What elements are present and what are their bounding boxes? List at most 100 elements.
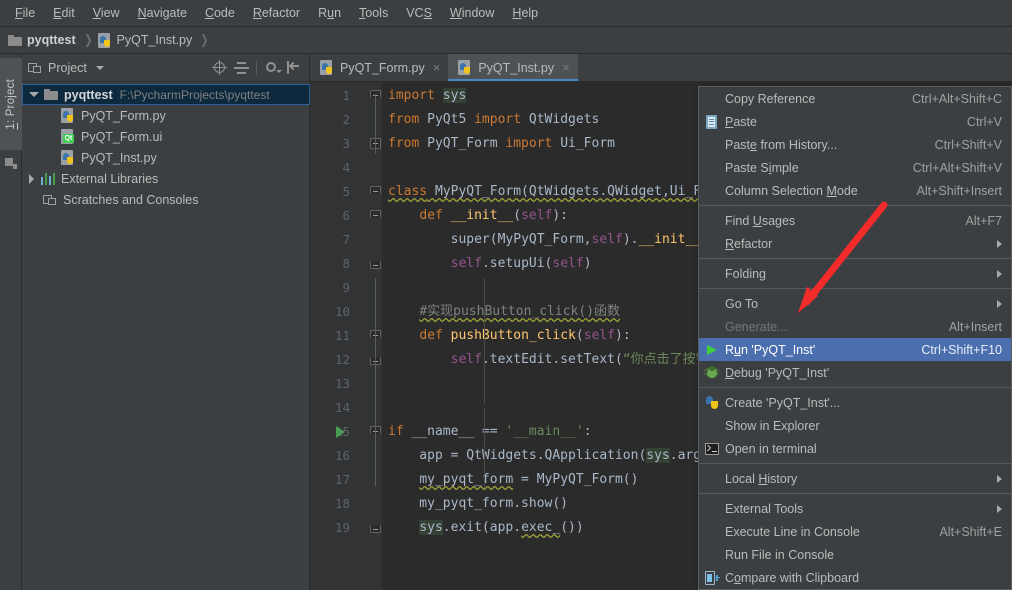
context-menu-item-shortcut: Ctrl+Shift+V [934,137,1002,152]
code-text: if __name__ == '__main__': [388,424,592,439]
menu-separator [699,463,1011,464]
context-menu-item-find-usages[interactable]: Find Usages Alt+F7 [699,209,1011,232]
chevron-down-icon[interactable] [29,92,39,97]
context-menu-item-label: Generate... [725,319,788,334]
locate-icon[interactable] [212,60,227,75]
line-number: 13 [334,376,350,391]
python-file-icon [703,395,720,411]
line-number: 9 [342,280,350,295]
context-menu-item-label: Create 'PyQT_Inst'... [725,395,841,410]
context-menu-item-label: Debug 'PyQT_Inst' [725,365,830,380]
fold-toggle-line-19[interactable] [370,525,381,533]
context-menu-item-execute-line-in-console[interactable]: Execute Line in Console Alt+Shift+E [699,520,1011,543]
context-menu-item-local-history[interactable]: Local History [699,467,1011,490]
editor-tab-pyqt-form-py[interactable]: PyQT_Form.py × [310,54,448,81]
tree-item-pyqt-inst-py[interactable]: PyQT_Inst.py [22,147,310,168]
context-menu-item-folding[interactable]: Folding [699,262,1011,285]
editor-tab-bar: PyQT_Form.py × PyQT_Inst.py × [310,54,1012,82]
context-menu-item-paste[interactable]: Paste Ctrl+V [699,110,1011,133]
context-menu-item-label: Paste [725,114,757,129]
menubar-item-window[interactable]: Window [441,2,503,24]
breadcrumb-item-pyqt-inst-py[interactable]: PyQT_Inst.py [97,32,192,48]
menubar-item-file[interactable]: File [6,2,44,24]
settings-gear-icon[interactable] [264,60,282,75]
menubar-item-tools[interactable]: Tools [350,2,397,24]
menubar-item-vcs[interactable]: VCS [397,2,441,24]
context-menu-item-label: Copy Reference [725,91,816,106]
context-menu-item-label: Open in terminal [725,441,817,456]
code-text: from PyQt5 import QtWidgets [388,112,600,127]
editor-tab-pyqt-inst-py[interactable]: PyQT_Inst.py × [448,54,579,81]
left-tool-strip: 1: Project [0,54,22,590]
context-menu-item-shortcut: Ctrl+Alt+Shift+C [912,91,1002,106]
context-menu-item-show-in-explorer[interactable]: Show in Explorer [699,414,1011,437]
context-menu-item-label: Run File in Console [725,547,835,562]
context-menu-item-label: Find Usages [725,213,796,228]
hide-panel-icon[interactable] [286,60,301,75]
breadcrumb-item-pyqttest[interactable]: pyqttest [8,33,76,47]
tree-item-pyqttest[interactable]: pyqttest F:\PycharmProjects\pyqttest [22,84,310,105]
run-gutter-icon[interactable] [336,426,345,438]
fold-toggle-line-8[interactable] [370,261,381,269]
breadcrumb-separator: ❯ [83,32,93,47]
code-text: self.textEdit.setText(“你点击了按钮”) [450,352,725,367]
context-menu-item-label: Paste from History... [725,137,838,152]
menubar-item-edit[interactable]: Edit [44,2,84,24]
context-menu-item-open-in-terminal[interactable]: Open in terminal [699,437,1011,460]
tree-item-scratches-and-consoles[interactable]: Scratches and Consoles [22,189,310,210]
tree-item-external-libraries[interactable]: External Libraries [22,168,310,189]
structure-icon[interactable] [5,158,17,169]
context-menu-item-label: Show in Explorer [725,418,820,433]
context-menu-item-paste-simple[interactable]: Paste Simple Ctrl+Alt+Shift+V [699,156,1011,179]
editor-tab-label: PyQT_Inst.py [478,60,555,75]
toolwindow-tab-project[interactable]: 1: Project [0,58,22,150]
context-menu-item-column-selection-mode[interactable]: Column Selection Mode Alt+Shift+Insert [699,179,1011,202]
context-menu-item-create-pyqt-inst[interactable]: Create 'PyQT_Inst'... [699,391,1011,414]
menubar-item-run[interactable]: Run [309,2,350,24]
project-tree: pyqttest F:\PycharmProjects\pyqttest PyQT_… [22,82,310,590]
tree-item-label: PyQT_Form.py [81,108,166,123]
chevron-right-icon [997,474,1002,483]
indent-guide-2 [484,408,485,488]
editor-context-menu[interactable]: Copy Reference Ctrl+Alt+Shift+C Paste Ctrl+… [698,86,1012,590]
python-file-icon [458,60,472,75]
chevron-down-icon[interactable] [95,65,104,70]
context-menu-item-paste-from-history[interactable]: Paste from History... Ctrl+Shift+V [699,133,1011,156]
context-menu-item-debug-pyqt-inst[interactable]: Debug 'PyQT_Inst' [699,361,1011,384]
context-menu-item-go-to[interactable]: Go To [699,292,1011,315]
context-menu-item-label: Folding [725,266,766,281]
menu-separator [699,288,1011,289]
context-menu-item-run-file-in-console[interactable]: Run File in Console [699,543,1011,566]
compare-clipboard-icon [703,570,720,586]
tree-item-pyqt-form-py[interactable]: PyQT_Form.py [22,105,310,126]
code-text: my_pyqt_form = MyPyQT_Form() [419,472,639,487]
folder-icon [8,34,22,46]
context-menu-item-refactor[interactable]: Refactor [699,232,1011,255]
fold-toggle-line-5[interactable] [370,186,381,194]
folder-icon [44,89,58,100]
fold-toggle-line-6[interactable] [370,210,381,218]
menubar-item-help[interactable]: Help [503,2,547,24]
menubar-item-view[interactable]: View [84,2,129,24]
close-icon[interactable]: × [562,61,570,74]
context-menu-item-run-pyqt-inst[interactable]: Run 'PyQT_Inst' Ctrl+Shift+F10 [699,338,1011,361]
breadcrumb-separator: ❯ [200,32,209,47]
fold-region-line-main [375,406,376,486]
menu-separator [699,387,1011,388]
menubar-item-code[interactable]: Code [196,2,244,24]
tree-item-pyqt-form-ui[interactable]: Qt PyQT_Form.ui [22,126,310,147]
menu-separator [699,493,1011,494]
chevron-right-icon[interactable] [29,173,34,184]
project-panel-title: Project [48,60,87,75]
menubar-item-refactor[interactable]: Refactor [244,2,309,24]
line-number: 5 [342,184,350,199]
context-menu-item-external-tools[interactable]: External Tools [699,497,1011,520]
context-menu-item-shortcut: Alt+Shift+Insert [916,183,1002,198]
menubar-item-navigate[interactable]: Navigate [129,2,196,24]
chevron-right-icon [997,239,1002,248]
line-number: 10 [334,304,350,319]
context-menu-item-compare-with-clipboard[interactable]: Compare with Clipboard [699,566,1011,589]
collapse-all-icon[interactable] [234,60,249,75]
context-menu-item-copy-reference[interactable]: Copy Reference Ctrl+Alt+Shift+C [699,87,1011,110]
close-icon[interactable]: × [433,61,441,74]
